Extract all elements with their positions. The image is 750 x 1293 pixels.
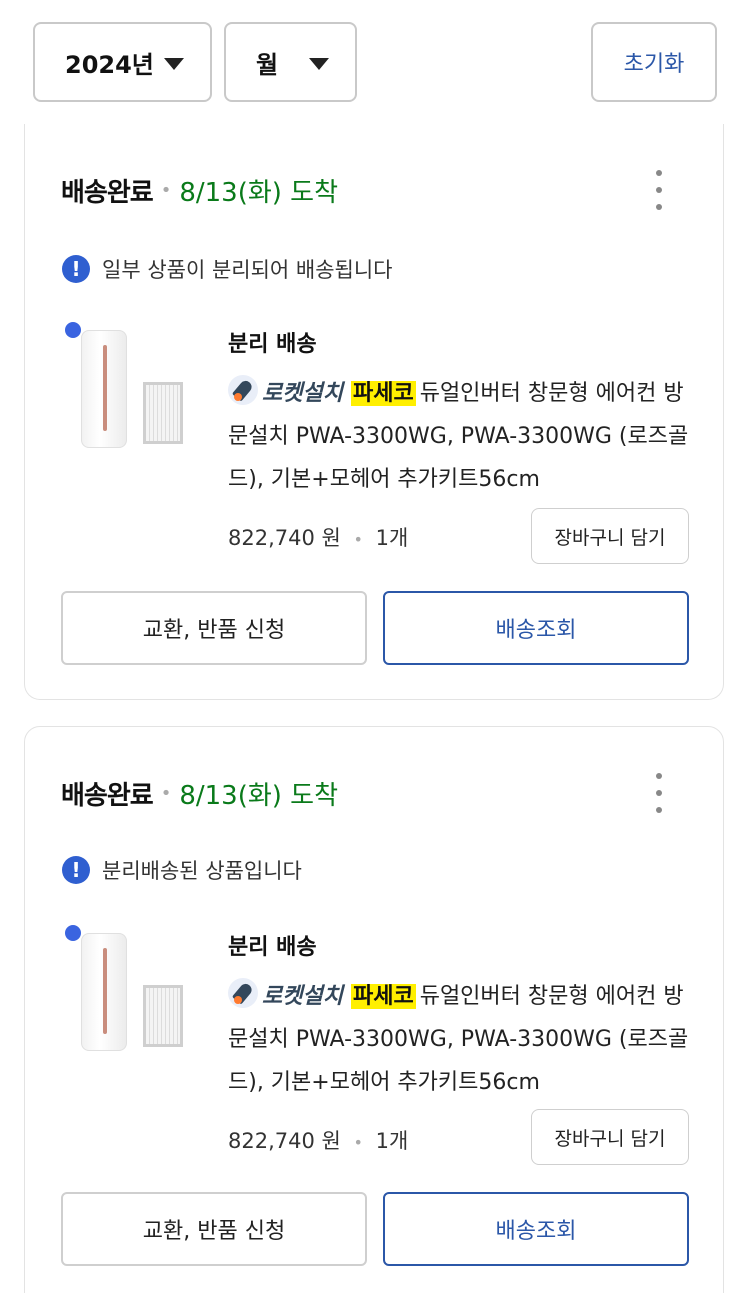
rocket-icon xyxy=(228,375,258,405)
notice-text: 분리배송된 상품입니다 xyxy=(102,859,302,883)
track-delivery-button[interactable]: 배송조회 xyxy=(383,591,689,665)
price-row: 822,740 원 • 1개 xyxy=(228,1125,408,1155)
aircon-unit-image xyxy=(81,933,127,1051)
add-to-cart-button[interactable]: 장바구니 담기 xyxy=(531,508,689,564)
order-card: 배송완료 • 8/13(화) 도착 ! 분리배송된 상품입니다 분리 배송 로켓… xyxy=(24,726,724,1293)
exchange-return-button[interactable]: 교환, 반품 신청 xyxy=(61,591,367,665)
aircon-panel-image xyxy=(143,985,183,1047)
rocket-icon xyxy=(228,978,258,1008)
more-options-icon[interactable] xyxy=(651,773,667,813)
product-thumbnail[interactable] xyxy=(65,925,195,1065)
exchange-return-button[interactable]: 교환, 반품 신청 xyxy=(61,1192,367,1266)
separator-dot: • xyxy=(353,530,363,549)
split-shipping-notice: ! 분리배송된 상품입니다 xyxy=(62,855,302,885)
brand-name: 파세코 xyxy=(350,381,416,406)
product-info: 분리 배송 로켓설치 파세코 듀얼인버터 창문형 에어컨 방문설치 PWA-3300… xyxy=(228,326,698,501)
delivery-status: 배송완료 • 8/13(화) 도착 xyxy=(61,775,338,812)
unread-dot xyxy=(65,322,81,338)
reset-button[interactable]: 초기화 xyxy=(591,22,717,102)
aircon-unit-image xyxy=(81,330,127,448)
status-label: 배송완료 xyxy=(61,178,154,208)
add-to-cart-button[interactable]: 장바구니 담기 xyxy=(531,1109,689,1165)
aircon-panel-image xyxy=(143,382,183,444)
rocket-install-badge: 로켓설치 xyxy=(262,381,343,406)
arrival-date: 8/13(화) 도착 xyxy=(179,781,339,811)
notice-text: 일부 상품이 분리되어 배송됩니다 xyxy=(102,258,393,282)
chevron-down-icon xyxy=(164,58,184,70)
rocket-install-badge: 로켓설치 xyxy=(262,984,343,1009)
separator-dot: • xyxy=(353,1133,363,1152)
separate-shipping-title: 분리 배송 xyxy=(228,935,317,960)
info-icon: ! xyxy=(62,856,90,884)
quantity: 1개 xyxy=(375,1129,409,1153)
arrival-date: 8/13(화) 도착 xyxy=(179,178,339,208)
order-card: 배송완료 • 8/13(화) 도착 ! 일부 상품이 분리되어 배송됩니다 분리… xyxy=(24,124,724,700)
separator-dot: • xyxy=(160,180,172,201)
product-name[interactable]: 로켓설치 파세코 듀얼인버터 창문형 에어컨 방문설치 PWA-3300WG, PW… xyxy=(228,975,698,1104)
price-row: 822,740 원 • 1개 xyxy=(228,522,408,552)
year-dropdown-label: 2024년 xyxy=(65,50,154,79)
separate-shipping-title: 분리 배송 xyxy=(228,332,317,357)
quantity: 1개 xyxy=(375,526,409,550)
filter-bar: 2024년 월 초기화 xyxy=(33,22,717,102)
year-dropdown[interactable]: 2024년 xyxy=(33,22,212,102)
month-dropdown[interactable]: 월 xyxy=(224,22,357,102)
price: 822,740 원 xyxy=(228,1129,341,1153)
product-info: 분리 배송 로켓설치 파세코 듀얼인버터 창문형 에어컨 방문설치 PWA-3300… xyxy=(228,929,698,1104)
delivery-status: 배송완료 • 8/13(화) 도착 xyxy=(61,172,338,209)
product-thumbnail[interactable] xyxy=(65,322,195,462)
price: 822,740 원 xyxy=(228,526,341,550)
unread-dot xyxy=(65,925,81,941)
chevron-down-icon xyxy=(309,58,329,70)
split-shipping-notice: ! 일부 상품이 분리되어 배송됩니다 xyxy=(62,254,393,284)
more-options-icon[interactable] xyxy=(651,170,667,210)
separator-dot: • xyxy=(160,783,172,804)
info-icon: ! xyxy=(62,255,90,283)
track-delivery-button[interactable]: 배송조회 xyxy=(383,1192,689,1266)
status-label: 배송완료 xyxy=(61,781,154,811)
month-dropdown-label: 월 xyxy=(256,50,279,79)
brand-name: 파세코 xyxy=(350,984,416,1009)
product-name[interactable]: 로켓설치 파세코 듀얼인버터 창문형 에어컨 방문설치 PWA-3300WG, PW… xyxy=(228,372,698,501)
